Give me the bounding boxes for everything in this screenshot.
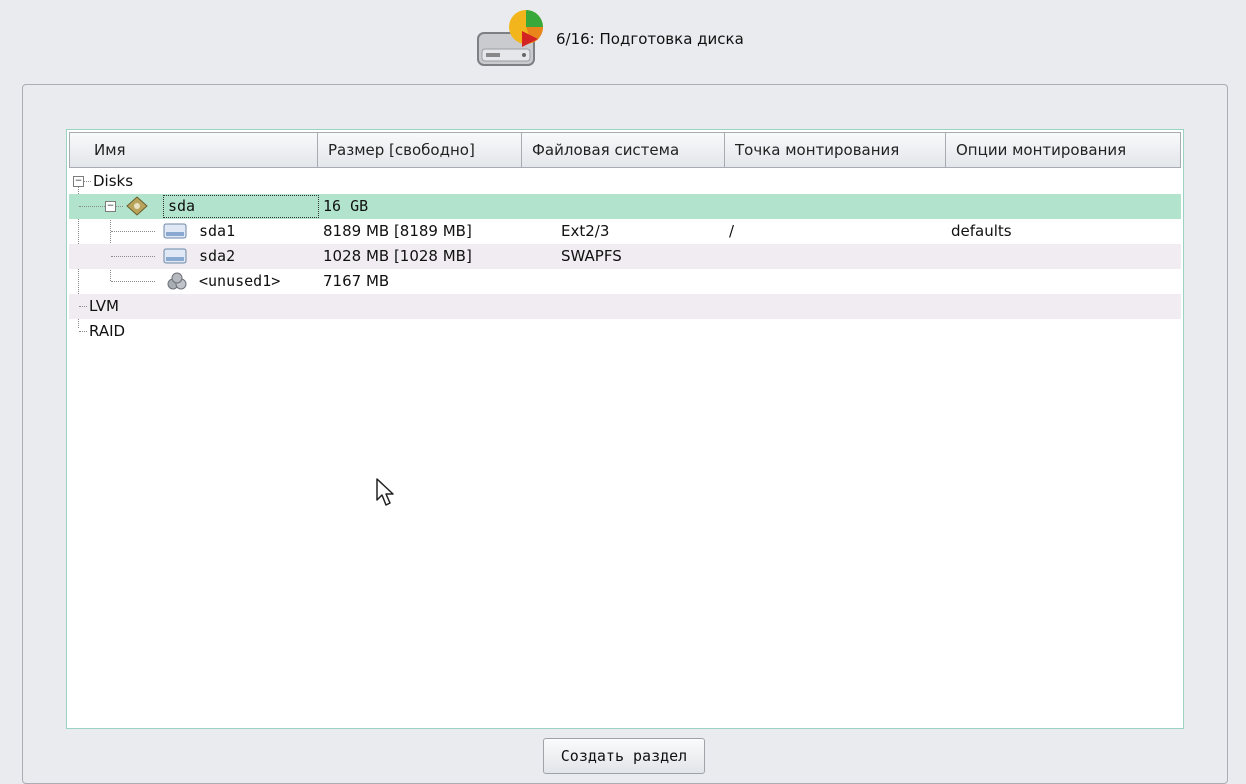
- tree-label-raid: RAID: [89, 322, 126, 340]
- tree-row-raid[interactable]: RAID: [69, 319, 1181, 344]
- column-header-mount-options[interactable]: Опции монтирования: [946, 132, 1181, 168]
- column-header-size[interactable]: Размер [свободно]: [318, 132, 522, 168]
- tree-label-sda2: sda2: [199, 247, 236, 265]
- tree-line: [84, 181, 91, 182]
- partition-icon: [163, 248, 187, 264]
- tree-line: [79, 331, 87, 332]
- tree-row-sda2[interactable]: sda2 1028 MB [1028 MB] SWAPFS: [69, 244, 1181, 269]
- column-header-filesystem[interactable]: Файловая система: [522, 132, 725, 168]
- collapse-icon[interactable]: −: [73, 176, 84, 187]
- table-header: Имя Размер [свободно] Файловая система Т…: [69, 132, 1181, 168]
- sda2-size: 1028 MB [1028 MB]: [323, 247, 472, 265]
- step-header: 6/16: Подготовка диска: [0, 0, 1246, 88]
- tree-row-lvm[interactable]: LVM: [69, 294, 1181, 319]
- tree-line: [79, 206, 105, 207]
- tree-label-unused1: <unused1>: [199, 272, 281, 290]
- tree-label-lvm: LVM: [89, 297, 119, 315]
- tree-line: [111, 231, 155, 232]
- tree-label-sda1: sda1: [199, 222, 236, 240]
- disk-partition-icon: [477, 10, 544, 66]
- unused1-size: 7167 MB: [323, 272, 390, 290]
- tree-row-disks[interactable]: − Disks: [69, 169, 1181, 194]
- tree-line: [79, 306, 87, 307]
- mouse-pointer-icon: [376, 478, 394, 506]
- tree-label-disks: Disks: [93, 172, 134, 190]
- create-partition-button[interactable]: Создать раздел: [543, 738, 705, 774]
- tree-row-sda[interactable]: − sda 16 GB: [69, 194, 1181, 219]
- column-header-mountpoint[interactable]: Точка монтирования: [725, 132, 946, 168]
- sda2-filesystem: SWAPFS: [561, 247, 622, 265]
- collapse-icon[interactable]: −: [105, 201, 116, 212]
- sda-size: 16 GB: [323, 197, 369, 215]
- partition-tree[interactable]: Имя Размер [свободно] Файловая система Т…: [66, 129, 1184, 729]
- tree-line: [111, 281, 155, 282]
- sda1-size: 8189 MB [8189 MB]: [323, 222, 472, 240]
- tree-row-unused1[interactable]: <unused1> 7167 MB: [69, 269, 1181, 294]
- column-header-name[interactable]: Имя: [69, 132, 318, 168]
- partition-icon: [163, 223, 187, 239]
- tree-row-sda1[interactable]: sda1 8189 MB [8189 MB] Ext2/3 / defaults: [69, 219, 1181, 244]
- unused-space-icon: [167, 272, 187, 290]
- sda1-options: defaults: [951, 222, 1012, 240]
- sda1-mountpoint: /: [729, 222, 735, 240]
- tree-label-sda: sda: [168, 197, 196, 215]
- step-title: 6/16: Подготовка диска: [556, 30, 744, 48]
- sda1-filesystem: Ext2/3: [561, 222, 610, 240]
- hard-disk-icon: [126, 196, 148, 216]
- tree-line: [111, 256, 155, 257]
- tree-line: [116, 206, 123, 207]
